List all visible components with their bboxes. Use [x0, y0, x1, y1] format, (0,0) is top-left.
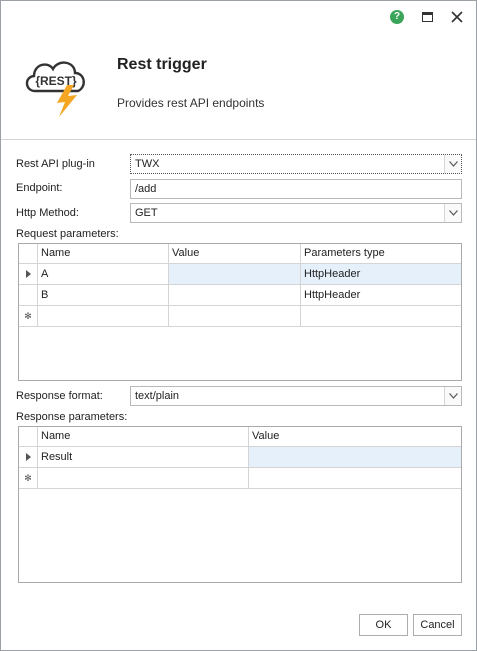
dialog-subtitle: Provides rest API endpoints — [117, 96, 265, 110]
grid-corner — [19, 244, 38, 264]
ok-button[interactable]: OK — [359, 614, 408, 636]
dialog-header: {REST} Rest trigger Provides rest API en… — [1, 33, 476, 139]
row-indicator[interactable] — [19, 285, 38, 306]
table-row-cell-type[interactable]: HttpHeader — [301, 285, 461, 306]
new-row-cell[interactable] — [38, 306, 169, 327]
response-format-label: Response format: — [16, 390, 103, 402]
new-row-cell[interactable] — [249, 468, 461, 489]
endpoint-value: /add — [135, 183, 157, 195]
new-row-cell[interactable] — [301, 306, 461, 327]
dialog-title: Rest trigger — [117, 56, 207, 73]
endpoint-label: Endpoint: — [16, 182, 63, 194]
endpoint-input[interactable]: /add — [130, 179, 462, 199]
table-row-cell-name[interactable]: B — [38, 285, 169, 306]
table-row-cell-value[interactable] — [249, 447, 461, 468]
response-parameters-label: Response parameters: — [16, 411, 128, 423]
table-row-cell-type[interactable]: HttpHeader — [301, 264, 461, 285]
response-format-select[interactable]: text/plain — [130, 386, 462, 406]
new-row-icon[interactable]: ✻ — [19, 306, 38, 327]
new-row-cell[interactable] — [169, 306, 301, 327]
help-icon[interactable]: ? — [389, 9, 405, 25]
column-header-value[interactable]: Value — [249, 427, 461, 447]
new-row-icon[interactable]: ✻ — [19, 468, 38, 489]
grid-corner — [19, 427, 38, 447]
maximize-icon[interactable] — [419, 9, 435, 25]
column-header-name[interactable]: Name — [38, 427, 249, 447]
table-row-cell-value[interactable] — [169, 264, 301, 285]
plugin-value: TWX — [135, 158, 160, 170]
chevron-down-icon[interactable] — [444, 204, 461, 222]
plugin-select[interactable]: TWX — [130, 154, 462, 174]
new-row-cell[interactable] — [38, 468, 249, 489]
table-row-cell-value[interactable] — [169, 285, 301, 306]
http-method-label: Http Method: — [16, 207, 79, 219]
title-bar: ? — [1, 1, 476, 33]
rest-cloud-logo-icon: {REST} — [21, 51, 93, 119]
http-method-select[interactable]: GET — [130, 203, 462, 223]
response-parameters-grid[interactable]: Name Value Result ✻ — [18, 426, 462, 583]
row-indicator-icon[interactable] — [19, 447, 38, 468]
plugin-label: Rest API plug-in — [16, 158, 95, 170]
request-parameters-label: Request parameters: — [16, 228, 119, 240]
column-header-value[interactable]: Value — [169, 244, 301, 264]
row-indicator-icon[interactable] — [19, 264, 38, 285]
table-row-cell-name[interactable]: Result — [38, 447, 249, 468]
cancel-button[interactable]: Cancel — [413, 614, 462, 636]
request-parameters-grid[interactable]: Name Value Parameters type A HttpHeader … — [18, 243, 462, 381]
column-header-name[interactable]: Name — [38, 244, 169, 264]
chevron-down-icon[interactable] — [444, 155, 461, 173]
response-format-value: text/plain — [135, 390, 180, 402]
rest-trigger-dialog: ? {REST} Rest trigger Provides rest API … — [0, 0, 477, 651]
table-row-cell-name[interactable]: A — [38, 264, 169, 285]
close-icon[interactable] — [449, 9, 465, 25]
header-divider — [1, 139, 476, 140]
column-header-parameters-type[interactable]: Parameters type — [301, 244, 461, 264]
http-method-value: GET — [135, 207, 158, 219]
chevron-down-icon[interactable] — [444, 387, 461, 405]
